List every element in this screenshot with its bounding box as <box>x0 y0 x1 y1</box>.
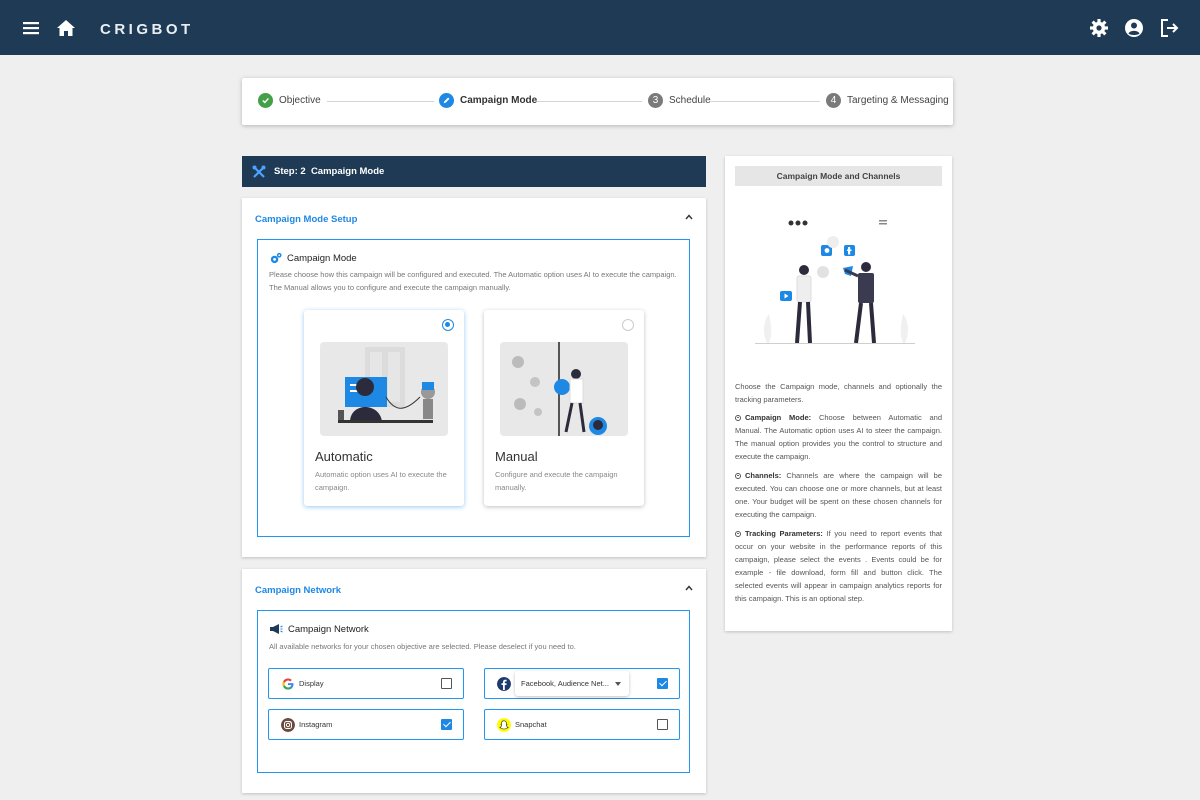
facebook-icon <box>497 677 511 691</box>
mode-title: Manual <box>495 449 538 464</box>
box-title: Campaign Mode <box>269 252 357 265</box>
channels-illustration <box>755 220 915 344</box>
step-campaign-mode[interactable]: Campaign Mode <box>439 93 537 108</box>
gear-icon[interactable] <box>1089 18 1109 38</box>
card-title[interactable]: Campaign Mode Setup <box>255 214 357 225</box>
check-icon <box>258 93 273 108</box>
network-label: Display <box>299 679 324 688</box>
step-label: Campaign Mode <box>460 95 538 106</box>
help-section-tracking-parameters: Tracking Parameters: If you need to repo… <box>735 529 942 603</box>
network-item-snapchat[interactable]: Snapchat <box>484 709 680 740</box>
campaign-mode-setup-card: Campaign Mode Setup Campaign Mode Please… <box>242 198 706 557</box>
network-label: Instagram <box>299 720 333 729</box>
network-label: Snapchat <box>515 720 547 729</box>
bullet-icon <box>735 472 741 479</box>
help-side-panel: Campaign Mode and Channels Choose the Ca… <box>725 156 952 631</box>
top-navbar: CRIGBOT <box>0 0 1200 55</box>
network-item-display[interactable]: Display <box>268 668 464 699</box>
checkbox-snapchat[interactable] <box>657 719 668 730</box>
mode-option-manual[interactable]: Manual Configure and execute the campaig… <box>484 310 644 506</box>
radio-manual[interactable] <box>622 319 634 331</box>
checkbox-display[interactable] <box>441 678 452 689</box>
step-label: Schedule <box>669 95 711 106</box>
campaign-network-card: Campaign Network Campaign Network All av… <box>242 569 706 793</box>
help-section-channels: Channels: Channels are where the campaig… <box>735 471 942 519</box>
campaign-stepper: Objective Campaign Mode 3 Schedule 4 Tar… <box>242 78 953 125</box>
step-objective[interactable]: Objective <box>258 93 321 108</box>
home-icon[interactable] <box>56 18 76 38</box>
campaign-network-box: Campaign Network All available networks … <box>257 610 690 773</box>
step-header: Step: 2 Campaign Mode <box>242 156 706 187</box>
mode-title: Automatic <box>315 449 373 464</box>
side-panel-intro: Choose the Campaign mode, channels and o… <box>735 382 942 404</box>
caret-down-icon <box>615 682 621 686</box>
box-title: Campaign Network <box>269 623 369 635</box>
bullet-icon <box>735 414 741 421</box>
step-label: Objective <box>279 95 321 106</box>
instagram-icon <box>281 718 295 732</box>
megaphone-icon <box>270 624 283 634</box>
tools-icon <box>252 165 266 178</box>
chevron-up-icon[interactable] <box>684 212 694 222</box>
account-icon[interactable] <box>1124 18 1144 38</box>
step-header-title: Step: 2 Campaign Mode <box>274 166 385 177</box>
checkbox-instagram[interactable] <box>441 719 452 730</box>
manual-illustration <box>500 342 628 436</box>
step-schedule[interactable]: 3 Schedule <box>648 93 711 108</box>
stepper-connector <box>327 101 434 102</box>
stepper-connector <box>536 101 642 102</box>
app-brand[interactable]: CRIGBOT <box>100 21 194 38</box>
checkbox-facebook[interactable] <box>657 678 668 689</box>
network-item-instagram[interactable]: Instagram <box>268 709 464 740</box>
step-targeting-messaging[interactable]: 4 Targeting & Messaging <box>826 93 949 108</box>
mode-description: Configure and execute the campaign manua… <box>495 470 618 492</box>
step-number: 3 <box>648 93 663 108</box>
automatic-illustration <box>320 342 448 436</box>
card-title[interactable]: Campaign Network <box>255 585 341 596</box>
box-description: All available networks for your chosen o… <box>269 642 576 651</box>
google-icon <box>282 678 294 690</box>
chevron-up-icon[interactable] <box>684 583 694 593</box>
step-label: Targeting & Messaging <box>847 95 949 106</box>
network-item-facebook[interactable]: Facebook, Audience Net... <box>484 668 680 699</box>
box-description: Please choose how this campaign will be … <box>269 270 677 292</box>
facebook-placement-dropdown[interactable]: Facebook, Audience Net... <box>515 671 629 696</box>
edit-pencil-icon <box>439 93 454 108</box>
mode-option-automatic[interactable]: Automatic Automatic option uses AI to ex… <box>304 310 464 506</box>
bullet-icon <box>735 530 741 537</box>
menu-icon[interactable] <box>21 18 41 38</box>
side-panel-title: Campaign Mode and Channels <box>735 166 942 186</box>
mode-description: Automatic option uses AI to execute the … <box>315 470 447 492</box>
radio-automatic[interactable] <box>442 319 454 331</box>
step-number: 4 <box>826 93 841 108</box>
stepper-connector <box>710 101 820 102</box>
help-section-campaign-mode: Campaign Mode: Choose between Automatic … <box>735 413 943 461</box>
logout-icon[interactable] <box>1160 18 1180 38</box>
campaign-mode-box: Campaign Mode Please choose how this cam… <box>257 239 690 537</box>
snapchat-icon <box>497 718 511 732</box>
settings-gears-icon <box>270 252 282 264</box>
